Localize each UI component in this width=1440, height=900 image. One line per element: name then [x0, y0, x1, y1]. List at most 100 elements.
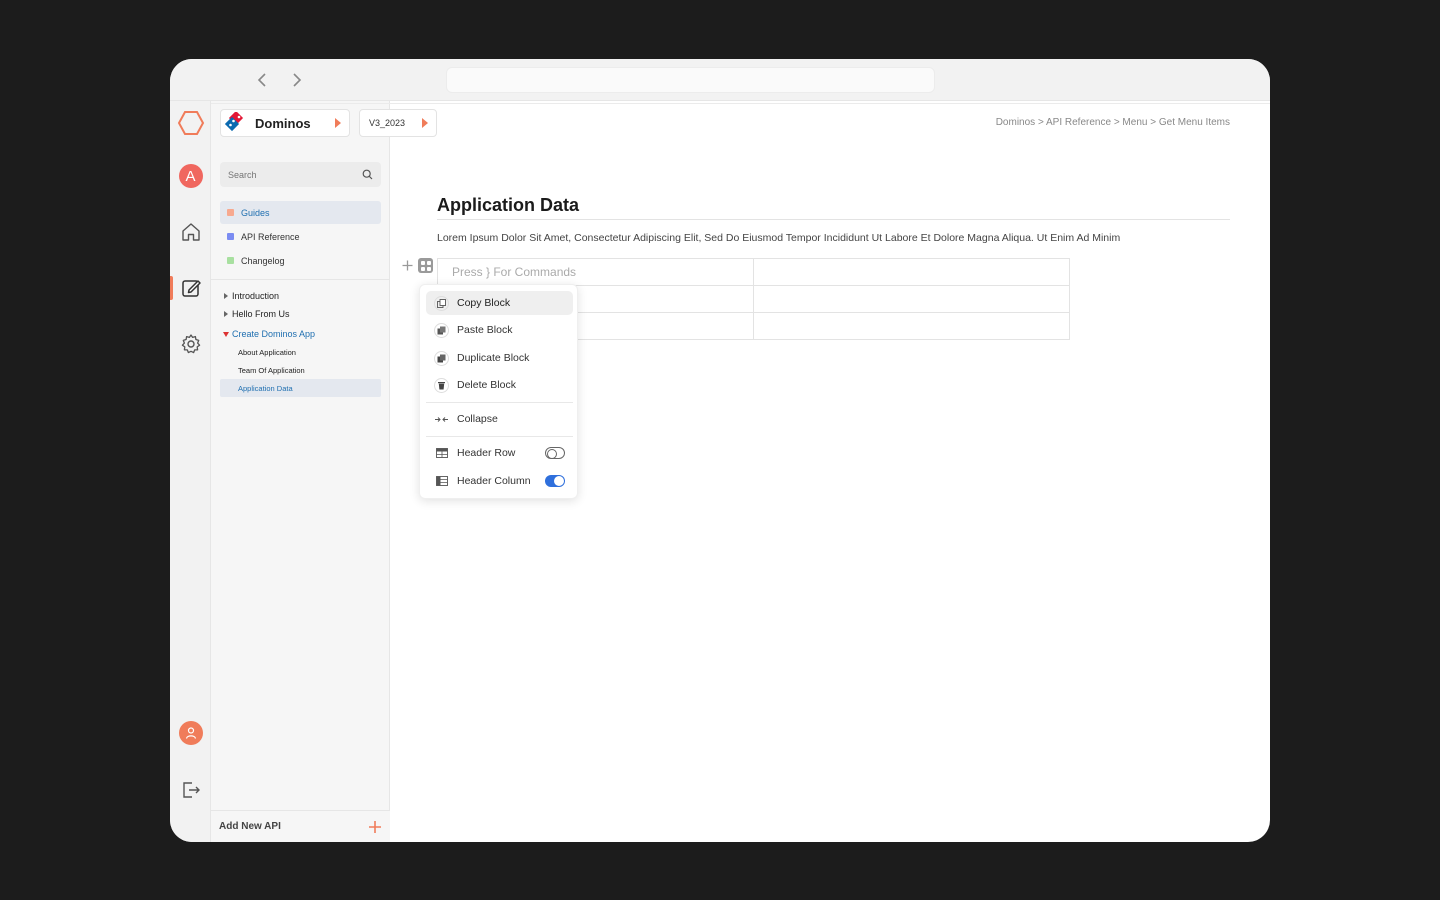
app-logo[interactable] [170, 109, 211, 137]
header-row-item[interactable]: Header Row [426, 441, 573, 465]
collapse-item[interactable]: Collapse [426, 407, 573, 431]
menu-item-label: Copy Block [457, 297, 511, 309]
menu-item-label: Header Row [457, 447, 516, 459]
collapse-icon [434, 412, 449, 427]
tree-item-hello-from-us[interactable]: Hello From Us [220, 305, 381, 323]
nav-home[interactable] [170, 218, 211, 246]
menu-item-label: Header Column [457, 475, 531, 487]
add-api-button[interactable] [368, 820, 382, 834]
header-column-item[interactable]: Header Column [426, 469, 573, 493]
menu-item-label: Delete Block [457, 379, 516, 391]
category-label: Changelog [241, 255, 285, 266]
paste-block-item[interactable]: Paste Block [426, 318, 573, 342]
icon-rail: A [170, 101, 211, 842]
table-header-row-icon [434, 446, 449, 461]
drag-handle-icon[interactable] [418, 258, 433, 273]
tree-child-label: Application Data [238, 383, 293, 393]
search-icon[interactable] [362, 169, 373, 180]
home-icon [181, 223, 200, 241]
user-avatar[interactable]: A [170, 162, 211, 190]
table-cell[interactable]: Press } For Commands [437, 258, 754, 286]
user-icon [185, 727, 196, 739]
breadcrumb: Dominos > API Reference > Menu > Get Men… [995, 117, 1230, 128]
category-guides[interactable]: Guides [220, 201, 381, 224]
category-api-reference[interactable]: API Reference [220, 225, 381, 248]
search-input[interactable] [228, 169, 362, 180]
app-window: A Dominos V3_2023 Search Guides API Refe… [170, 59, 1270, 842]
logout-button[interactable] [170, 776, 211, 804]
duplicate-block-item[interactable]: Duplicate Block [426, 346, 573, 370]
block-handles [400, 258, 433, 273]
menu-item-label: Duplicate Block [457, 352, 530, 364]
logout-icon [182, 782, 200, 798]
back-button[interactable] [252, 70, 272, 90]
copy-block-item[interactable]: Copy Block [426, 291, 573, 315]
caret-right-icon [224, 293, 228, 299]
guides-color-dot [227, 209, 234, 216]
version-name: V3_2023 [369, 118, 406, 128]
title-underline [437, 219, 1230, 220]
tree-item-label: Introduction [232, 291, 280, 301]
tree-child-label: Team Of Application [238, 365, 305, 375]
paste-icon [434, 322, 449, 338]
menu-divider [426, 436, 573, 437]
nav-editor[interactable] [170, 274, 211, 302]
caret-right-icon [422, 118, 428, 128]
block-context-menu: Copy Block Paste Block Duplicate Block D… [419, 284, 578, 499]
table-cell[interactable] [753, 258, 1070, 286]
duplicate-icon [434, 350, 449, 366]
tree-child-application-data[interactable]: Application Data [220, 379, 381, 397]
menu-item-label: Paste Block [457, 324, 513, 336]
tree-item-label: Hello From Us [232, 309, 290, 319]
category-changelog[interactable]: Changelog [220, 249, 381, 272]
changelog-color-dot [227, 257, 234, 264]
trash-icon [434, 377, 449, 393]
plus-icon [369, 820, 381, 833]
tree-child-team-of-application[interactable]: Team Of Application [220, 361, 381, 379]
table-cell[interactable] [753, 312, 1070, 340]
header-column-toggle[interactable] [545, 475, 565, 487]
category-label: Guides [241, 207, 270, 218]
search-box [220, 162, 381, 187]
add-new-api-bar: Add New API [211, 810, 390, 842]
nav-settings[interactable] [170, 330, 211, 358]
tree-child-label: About Application [238, 347, 296, 357]
forward-button[interactable] [287, 70, 307, 90]
table-cell[interactable] [753, 285, 1070, 313]
avatar: A [178, 164, 203, 188]
caret-right-icon [224, 311, 228, 317]
edit-icon [181, 280, 201, 297]
tree-child-about-application[interactable]: About Application [220, 343, 381, 361]
api-reference-color-dot [227, 233, 234, 240]
plus-icon [402, 260, 413, 271]
chevron-right-icon [293, 73, 302, 87]
profile-button[interactable] [170, 719, 211, 747]
browser-toolbar [170, 59, 1270, 101]
add-block-button[interactable] [400, 258, 415, 273]
copy-icon [434, 295, 449, 311]
caret-down-icon [223, 331, 229, 337]
delete-block-item[interactable]: Delete Block [426, 373, 573, 397]
add-new-api-label: Add New API [219, 821, 281, 832]
gear-icon [181, 334, 200, 354]
tree-item-create-dominos-app[interactable]: Create Dominos App [220, 325, 381, 343]
project-selector[interactable]: Dominos [220, 109, 350, 137]
header-divider [211, 103, 1270, 104]
avatar [178, 721, 203, 745]
tree-item-label: Create Dominos App [232, 329, 316, 339]
version-selector[interactable]: V3_2023 [359, 109, 437, 137]
category-label: API Reference [241, 231, 300, 242]
chevron-left-icon [257, 73, 266, 87]
caret-right-icon [335, 118, 341, 128]
tree-item-introduction[interactable]: Introduction [220, 287, 381, 305]
page-description: Lorem Ipsum Dolor Sit Amet, Consectetur … [437, 232, 1121, 244]
address-bar[interactable] [446, 67, 935, 93]
sidebar: Dominos V3_2023 Guides API Reference Cha… [211, 101, 437, 842]
project-name: Dominos [255, 115, 311, 131]
divider [211, 279, 390, 280]
table-row: Press } For Commands [437, 258, 1070, 286]
header-row-toggle[interactable] [545, 447, 565, 459]
page-title: Application Data [437, 195, 580, 215]
hexagon-logo-icon [177, 111, 204, 135]
dominos-logo-icon [225, 112, 244, 132]
